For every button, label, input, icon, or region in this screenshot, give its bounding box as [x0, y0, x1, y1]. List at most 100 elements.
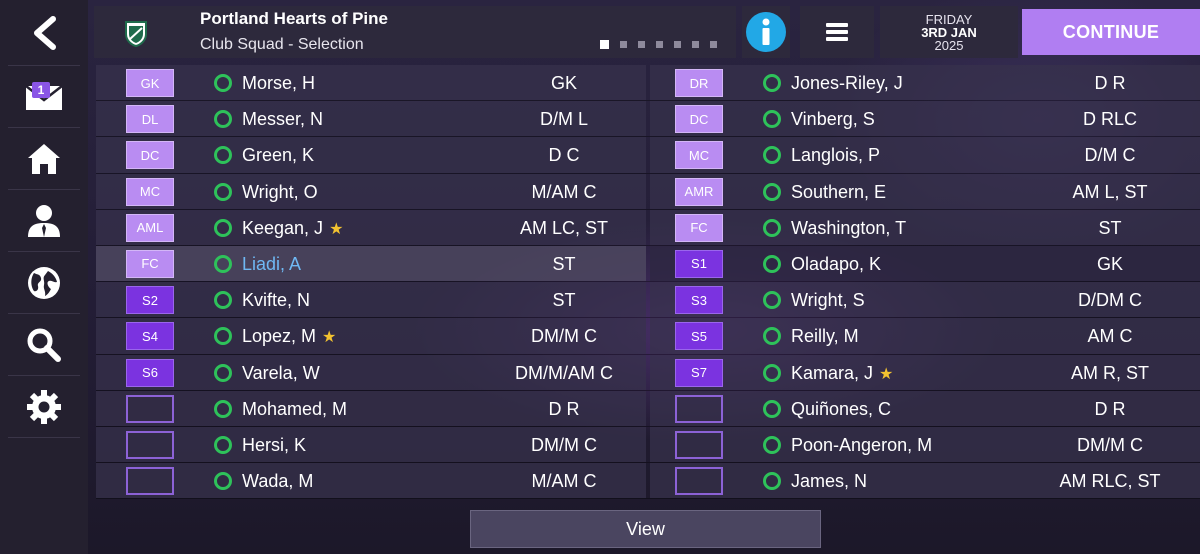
player-position: D/M L [539, 109, 588, 130]
player-row[interactable]: FC Liadi, A ST [96, 245, 646, 282]
club-name: Portland Hearts of Pine [200, 9, 388, 28]
player-name[interactable]: Washington, T [791, 218, 906, 239]
player-name[interactable]: Kamara, J ★ [791, 363, 893, 384]
player-row[interactable]: MC Langlois, P D/M C [650, 137, 1200, 173]
player-row[interactable]: S2 Kvifte, N ST [96, 282, 646, 318]
player-row[interactable]: DR Jones-Riley, J D R [650, 65, 1200, 101]
selection-slot[interactable]: DC [126, 141, 174, 170]
staff-button[interactable] [8, 190, 80, 252]
player-name[interactable]: Mohamed, M [242, 399, 347, 420]
status-ok-icon [763, 110, 781, 129]
settings-button[interactable] [8, 376, 80, 438]
player-row[interactable]: AML Keegan, J ★ AM LC, ST [96, 209, 646, 245]
player-row[interactable]: Poon-Angeron, M DM/M C [650, 426, 1200, 463]
inbox-button[interactable]: 1 [8, 66, 80, 128]
player-row[interactable]: AMR Southern, E AM L, ST [650, 173, 1200, 209]
status-ok-icon [763, 291, 781, 310]
player-row[interactable]: DC Green, K D C [96, 137, 646, 173]
status-ok-icon [763, 182, 781, 201]
selection-slot[interactable] [126, 430, 174, 459]
player-row[interactable]: DL Messer, N D/M L [96, 101, 646, 137]
player-row[interactable]: James, N AM RLC, ST [650, 463, 1200, 499]
player-name[interactable]: Wada, M [242, 471, 313, 492]
info-button[interactable] [742, 6, 790, 58]
page-dot[interactable] [674, 41, 681, 48]
player-name[interactable]: Keegan, J ★ [242, 218, 343, 239]
selection-slot[interactable]: S2 [126, 286, 174, 315]
selection-slot[interactable]: S3 [675, 286, 723, 315]
selection-slot[interactable]: AMR [675, 177, 723, 206]
search-button[interactable] [8, 314, 80, 376]
star-icon: ★ [329, 220, 344, 238]
selection-slot[interactable]: AML [126, 213, 174, 242]
page-dot[interactable] [638, 41, 645, 48]
player-name[interactable]: Jones-Riley, J [791, 73, 903, 94]
world-button[interactable] [8, 252, 80, 314]
player-name[interactable]: Southern, E [791, 182, 886, 203]
player-row[interactable]: S5 Reilly, M AM C [650, 318, 1200, 354]
selection-slot[interactable]: S5 [675, 322, 723, 351]
player-row[interactable]: S6 Varela, W DM/M/AM C [96, 354, 646, 390]
player-name[interactable]: Langlois, P [791, 145, 880, 166]
player-name[interactable]: Reilly, M [791, 326, 859, 347]
player-name[interactable]: Poon-Angeron, M [791, 435, 932, 456]
selection-slot[interactable]: S7 [675, 358, 723, 387]
player-name[interactable]: Quiñones, C [791, 399, 891, 420]
home-button[interactable] [8, 128, 80, 190]
menu-button[interactable] [800, 6, 874, 58]
selection-slot[interactable]: MC [675, 141, 723, 170]
view-button[interactable]: View [470, 510, 821, 548]
back-icon [34, 15, 56, 50]
player-name[interactable]: Wright, O [242, 182, 318, 203]
continue-button[interactable]: CONTINUE [1022, 9, 1200, 55]
selection-slot[interactable]: FC [126, 249, 174, 278]
selection-slot[interactable]: DR [675, 69, 723, 97]
player-name[interactable]: Wright, S [791, 290, 865, 311]
player-row[interactable]: GK Morse, H GK [96, 65, 646, 101]
selection-slot[interactable]: S1 [675, 249, 723, 278]
selection-slot[interactable]: S6 [126, 358, 174, 387]
selection-slot[interactable] [675, 467, 723, 496]
player-name[interactable]: Hersi, K [242, 435, 306, 456]
page-dot[interactable] [710, 41, 717, 48]
player-row[interactable]: S7 Kamara, J ★ AM R, ST [650, 354, 1200, 390]
selection-slot[interactable]: DC [675, 105, 723, 134]
page-dot[interactable] [692, 41, 699, 48]
back-button[interactable] [8, 0, 80, 66]
player-name[interactable]: Kvifte, N [242, 290, 310, 311]
player-row[interactable]: DC Vinberg, S D RLC [650, 101, 1200, 137]
selection-slot[interactable]: S4 [126, 322, 174, 351]
selection-slot[interactable]: DL [126, 105, 174, 134]
selection-slot[interactable] [675, 430, 723, 459]
player-row[interactable]: S1 Oladapo, K GK [650, 245, 1200, 282]
selection-slot[interactable]: MC [126, 177, 174, 206]
player-row[interactable]: Hersi, K DM/M C [96, 426, 646, 463]
selection-slot[interactable]: GK [126, 69, 174, 97]
player-row[interactable]: FC Washington, T ST [650, 209, 1200, 245]
player-name[interactable]: Oladapo, K [791, 254, 881, 275]
player-name[interactable]: Vinberg, S [791, 109, 875, 130]
player-name[interactable]: Morse, H [242, 73, 315, 94]
player-name[interactable]: Lopez, M ★ [242, 326, 336, 347]
page-dot[interactable] [620, 41, 627, 48]
player-row[interactable]: S3 Wright, S D/DM C [650, 282, 1200, 318]
player-name[interactable]: Green, K [242, 145, 314, 166]
player-row[interactable]: Quiñones, C D R [650, 390, 1200, 426]
player-name[interactable]: Liadi, A [242, 254, 301, 275]
player-name[interactable]: Varela, W [242, 363, 320, 384]
player-name[interactable]: James, N [791, 471, 867, 492]
player-row[interactable]: Mohamed, M D R [96, 390, 646, 426]
selection-slot[interactable] [126, 394, 174, 423]
player-position: AM RLC, ST [1059, 471, 1161, 492]
squad-row: AML Keegan, J ★ AM LC, ST FC Washington, T ST [96, 209, 1200, 246]
page-dot[interactable] [656, 41, 663, 48]
selection-slot[interactable] [675, 394, 723, 423]
player-row[interactable]: MC Wright, O M/AM C [96, 173, 646, 209]
selection-slot[interactable]: FC [675, 213, 723, 242]
player-row[interactable]: S4 Lopez, M ★ DM/M C [96, 318, 646, 354]
player-row[interactable]: Wada, M M/AM C [96, 463, 646, 499]
status-ok-icon [214, 146, 232, 165]
selection-slot[interactable] [126, 467, 174, 496]
page-dot[interactable] [600, 40, 609, 49]
player-name[interactable]: Messer, N [242, 109, 323, 130]
